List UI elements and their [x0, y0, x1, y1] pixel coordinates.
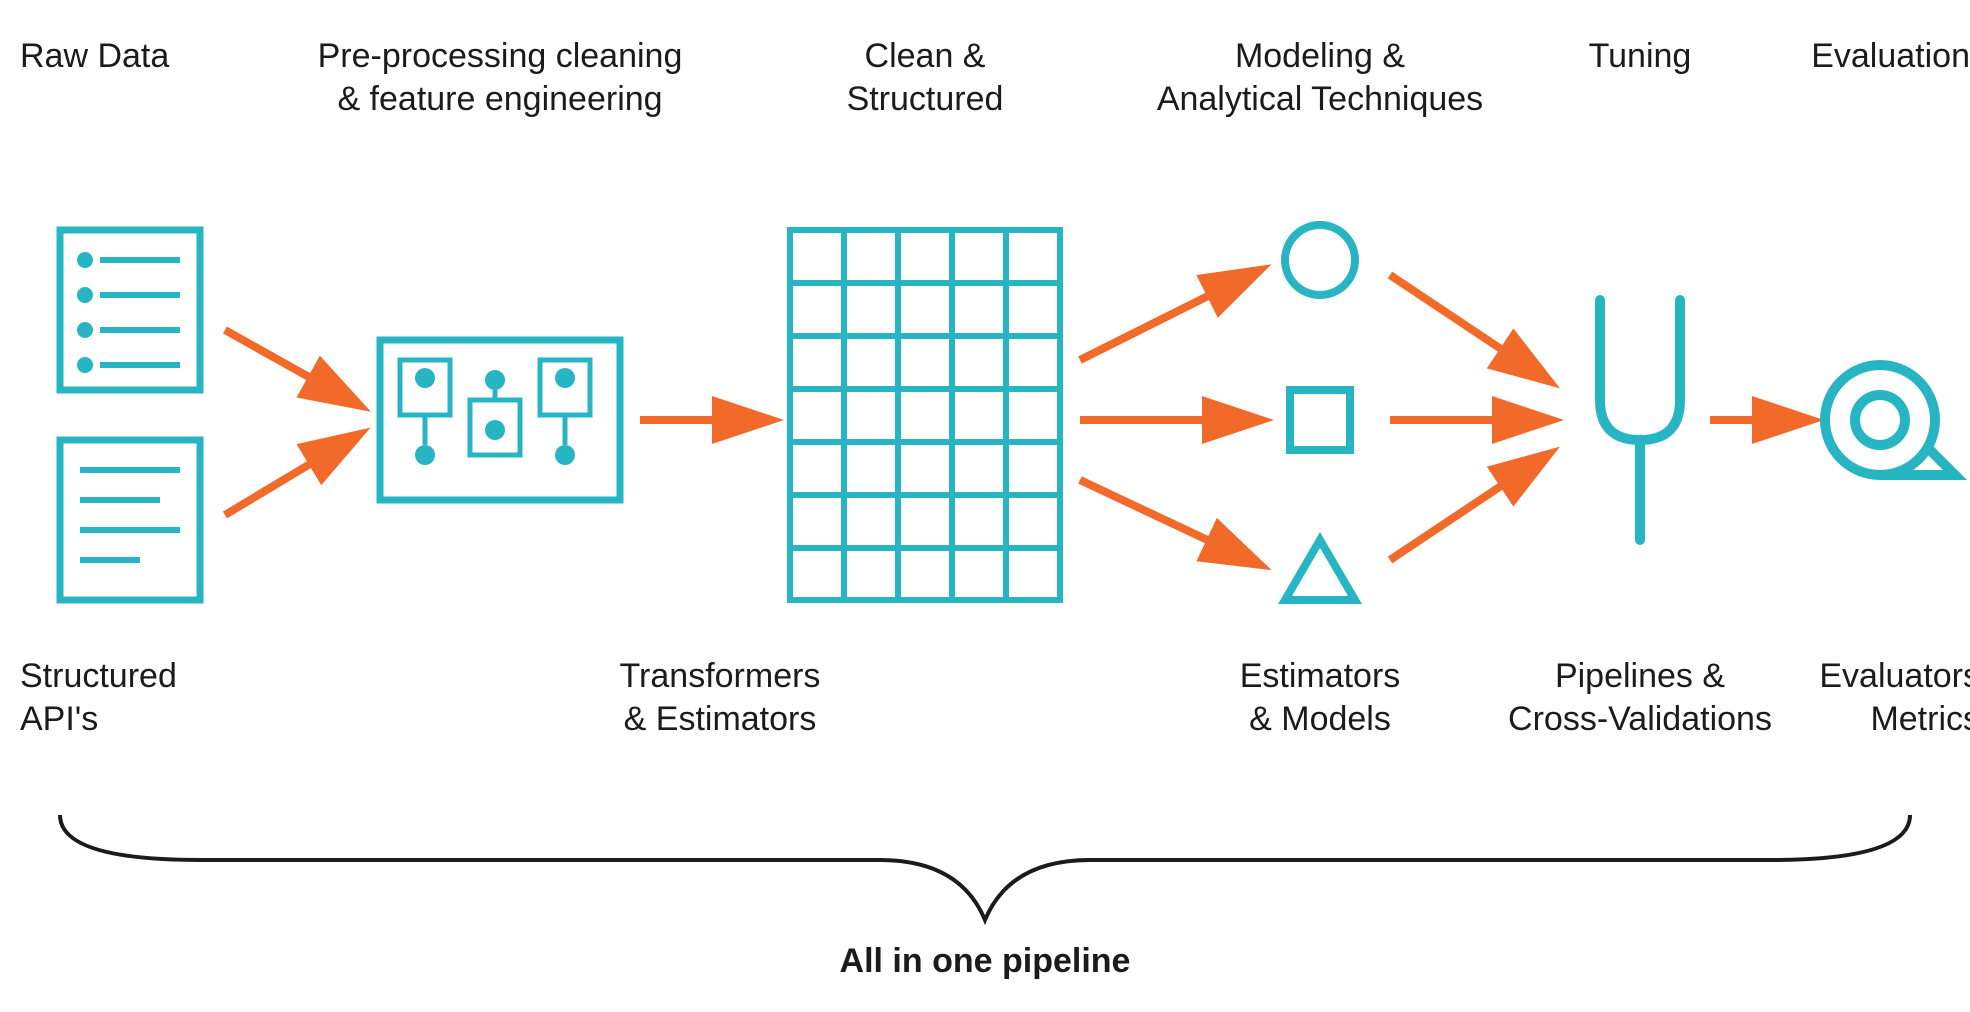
label-eval-top: Evaluation: [1770, 35, 1970, 78]
arrow-raw-to-preproc: [225, 330, 350, 515]
pipeline-diagram: Raw Data Pre-processing cleaning& featur…: [0, 0, 1970, 1012]
label-preproc-bot: Transformers& Estimators: [560, 655, 880, 740]
label-eval-bot: EvaluatorsMetrics: [1780, 655, 1970, 740]
raw-data-icon: [60, 230, 200, 600]
brace-caption: All in one pipeline: [0, 940, 1970, 983]
arrow-models-to-tuning: [1390, 275, 1540, 560]
modeling-shapes-icon: [1285, 225, 1355, 600]
preprocessing-icon: [380, 340, 620, 500]
label-raw-data-top: Raw Data: [20, 35, 240, 78]
structured-grid-icon: [790, 230, 1060, 600]
label-modeling-bot: Estimators& Models: [1200, 655, 1440, 740]
label-preproc-top: Pre-processing cleaning& feature enginee…: [260, 35, 740, 120]
evaluation-icon: [1825, 365, 1955, 475]
arrow-clean-to-models: [1080, 275, 1250, 560]
label-modeling-top: Modeling &Analytical Techniques: [1150, 35, 1490, 120]
tuning-fork-icon: [1600, 300, 1680, 540]
label-clean-top: Clean &Structured: [770, 35, 1080, 120]
label-tuning-bot: Pipelines &Cross-Validations: [1470, 655, 1810, 740]
label-tuning-top: Tuning: [1540, 35, 1740, 78]
label-raw-data-bot: StructuredAPI's: [20, 655, 280, 740]
curly-brace: [60, 815, 1910, 920]
